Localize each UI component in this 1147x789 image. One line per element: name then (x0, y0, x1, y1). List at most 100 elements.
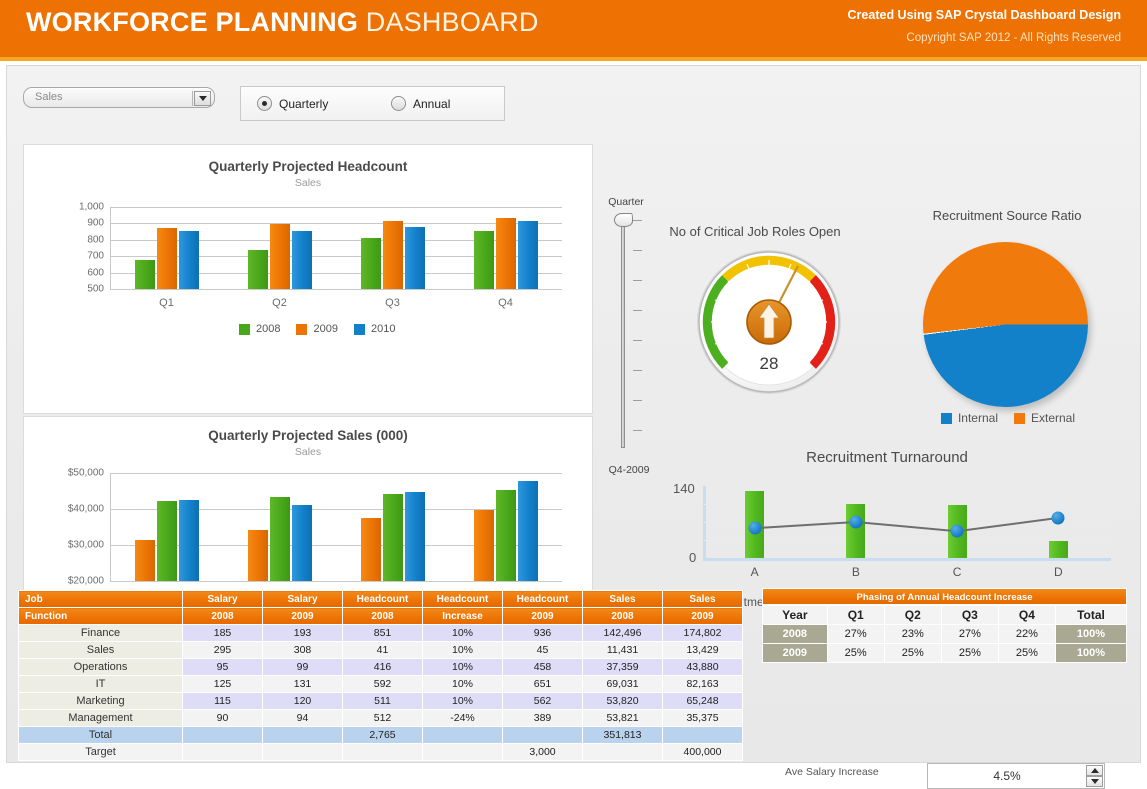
x-axis-tick-label: C (952, 565, 962, 579)
table-header: Job Salary Salary Headcount Headcount Headcou… (18, 590, 743, 625)
phasing-header: Year Q1 Q2 Q3 Q4 Total (762, 605, 1128, 625)
phasing-cell: 25% (826, 643, 885, 663)
y-axis-tick-label: 1,000 (78, 201, 104, 213)
bar-Q3-2010 (404, 227, 425, 289)
rt-x-axis (703, 558, 1111, 561)
page-title-light: DASHBOARD (365, 7, 539, 37)
department-dropdown[interactable]: Sales (23, 87, 215, 108)
phasing-column-header: Total (1054, 605, 1128, 625)
legend-swatch-icon (296, 323, 308, 335)
table-cell: 53,820 (582, 692, 663, 710)
stepper-up-icon[interactable] (1086, 765, 1103, 776)
table-cell: 45 (502, 641, 583, 659)
table-cell: 936 (502, 624, 583, 642)
table-row: Management 90 94 512 -24% 389 53,821 35,375 (18, 709, 743, 727)
x-axis-tick-label: D (1054, 565, 1063, 579)
column-header: Headcount (342, 590, 423, 608)
table-cell: 851 (342, 624, 423, 642)
headcount-legend: 2008 2009 2010 (239, 323, 395, 335)
table-cell: 511 (342, 692, 423, 710)
gauge-title: No of Critical Job Roles Open (669, 224, 841, 239)
table-cell: 400,000 (662, 743, 743, 761)
ave-salary-increase-stepper[interactable]: 4.5% (927, 763, 1105, 789)
gridline (110, 473, 562, 474)
table-cell: 295 (182, 641, 263, 659)
y-axis-tick-label: $30,000 (67, 539, 104, 551)
column-subheader: 2008 (182, 607, 263, 625)
department-dropdown-value: Sales (35, 91, 63, 103)
phasing-header-row: Year Q1 Q2 Q3 Q4 Total (762, 605, 1128, 625)
quarter-slider-track[interactable] (621, 218, 625, 448)
bar-Q2-2009 (269, 223, 290, 289)
bar-Q4-2008 (473, 510, 494, 581)
cell-job-function: Management (18, 709, 183, 727)
table-cell (502, 726, 583, 744)
chevron-down-icon[interactable] (194, 91, 211, 106)
page-title-bold: WORKFORCE PLANNING (26, 7, 359, 37)
bar-Q3-2009 (382, 493, 403, 581)
table-cell: 43,880 (662, 658, 743, 676)
radio-annual[interactable]: Annual (391, 96, 450, 111)
table-body: Finance 185 193 851 10% 936 142,496 174,802 Sale… (18, 624, 743, 761)
table-header-row-2: Function 2008 2009 2008 Increase 2009 2008 2009 (18, 607, 743, 625)
table-cell: 94 (262, 709, 343, 727)
phasing-table-wrap: Phasing of Annual Headcount Increase Yea… (762, 588, 1128, 663)
sales-chart-subtitle: Sales (294, 446, 322, 458)
column-header: Headcount (422, 590, 503, 608)
bar-Q3-2008 (360, 518, 381, 581)
table-cell: 142,496 (582, 624, 663, 642)
radio-annual-icon (391, 96, 406, 111)
table-cell: 53,821 (582, 709, 663, 727)
x-axis-tick-label: B (851, 565, 860, 579)
x-axis-tick-label: Q1 (159, 297, 174, 309)
rt-point-A (748, 521, 762, 535)
bar-Q4-2010 (517, 221, 538, 289)
sales-chart-title: Quarterly Projected Sales (000) (208, 428, 408, 443)
table-cell: 65,248 (662, 692, 743, 710)
column-header: Salary (182, 590, 263, 608)
table-cell: 41 (342, 641, 423, 659)
phasing-cell: 25% (997, 643, 1056, 663)
bar-Q1-2008 (134, 539, 155, 581)
period-radio-group: Quarterly Annual (240, 86, 505, 121)
pie-legend: Internal External (923, 411, 1093, 425)
table-cell (262, 726, 343, 744)
y-axis-tick-label: $40,000 (67, 503, 104, 515)
table-cell: 11,431 (582, 641, 663, 659)
table-cell: 37,359 (582, 658, 663, 676)
phasing-column-header: Year (762, 605, 828, 625)
column-header: Headcount (502, 590, 583, 608)
headcount-chart-title: Quarterly Projected Headcount (208, 159, 408, 174)
column-subheader: 2008 (342, 607, 423, 625)
chart-panel-headcount: Quarterly Projected Headcount Sales 1,00… (23, 144, 593, 414)
header-accent-bar (0, 57, 1147, 61)
phasing-cell: 22% (997, 624, 1056, 644)
column-header: Salary (262, 590, 343, 608)
table-cell (342, 743, 423, 761)
legend-label: 2010 (370, 323, 396, 335)
rt-plot-area: A B C D (704, 486, 1109, 579)
ave-salary-increase-value: 4.5% (993, 769, 1021, 783)
y-axis-tick-label: 900 (87, 217, 104, 229)
legend-label: External (1031, 411, 1076, 425)
phasing-body: 2008 27% 23% 27% 22% 100% 2009 25% 25% 25% 25% 100% (762, 624, 1128, 663)
credit-line-2: Copyright SAP 2012 - All Rights Reserved (906, 32, 1121, 44)
x-axis-tick-label: Q4 (498, 297, 513, 309)
quarter-slider-handle[interactable] (614, 213, 633, 227)
table-cell: 99 (262, 658, 343, 676)
table-row: Finance 185 193 851 10% 936 142,496 174,802 (18, 624, 743, 642)
bar-Q1-2010 (178, 499, 199, 581)
bar-Q3-2010 (404, 492, 425, 581)
quarter-slider[interactable]: Quarter Q4-2009 (598, 196, 654, 516)
stepper-down-icon[interactable] (1086, 776, 1103, 787)
table-cell (182, 726, 263, 744)
column-subheader: 2009 (502, 607, 583, 625)
gridline (110, 223, 562, 225)
table-cell: 125 (182, 675, 263, 693)
radio-quarterly[interactable]: Quarterly (257, 96, 328, 111)
recruitment-turnaround-title: Recruitment Turnaround (806, 449, 968, 466)
bar-Q2-2010 (291, 504, 312, 581)
table-cell: 308 (262, 641, 343, 659)
bar-Q4-2010 (517, 481, 538, 581)
dashboard-header: WORKFORCE PLANNING DASHBOARD Created Usi… (0, 0, 1147, 57)
